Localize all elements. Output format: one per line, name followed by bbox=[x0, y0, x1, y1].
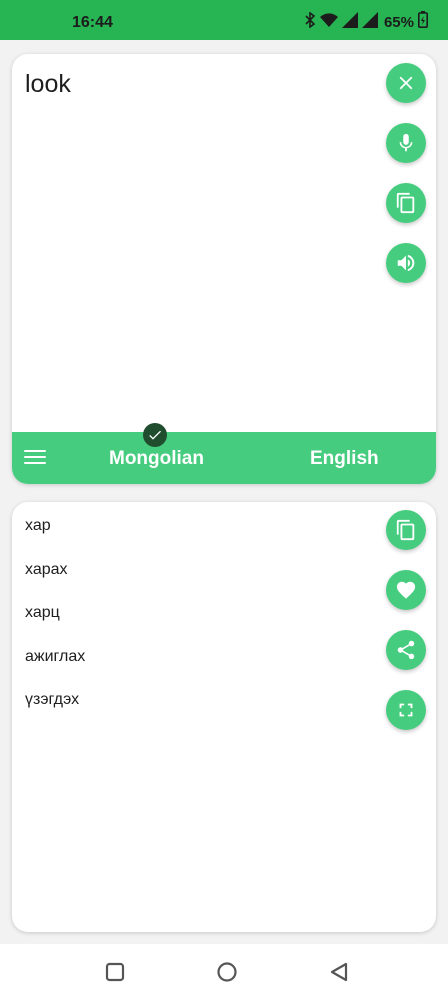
status-time: 16:44 bbox=[72, 14, 113, 31]
source-language[interactable]: Mongolian bbox=[109, 448, 204, 470]
recents-button[interactable] bbox=[103, 960, 127, 984]
fullscreen-icon bbox=[399, 703, 413, 717]
clear-button[interactable] bbox=[386, 63, 426, 103]
menu-icon-line bbox=[24, 455, 46, 458]
menu-button[interactable] bbox=[24, 446, 48, 470]
translation-results: хар харах харц ажиглах үзэгдэх bbox=[25, 516, 85, 734]
back-button[interactable] bbox=[327, 960, 351, 984]
result-item[interactable]: хар bbox=[25, 516, 85, 560]
copy-icon bbox=[396, 519, 415, 541]
copy-output-button[interactable] bbox=[386, 510, 426, 550]
heart-icon bbox=[396, 581, 416, 599]
menu-icon-line bbox=[24, 461, 46, 464]
output-card: хар харах харц ажиглах үзэгдэх bbox=[12, 502, 436, 932]
target-language[interactable]: English bbox=[310, 448, 379, 470]
microphone-button[interactable] bbox=[386, 123, 426, 163]
result-item[interactable]: ажиглах bbox=[25, 647, 85, 691]
bluetooth-icon bbox=[304, 10, 316, 33]
square-icon bbox=[105, 962, 125, 982]
selected-check-icon bbox=[143, 423, 167, 447]
copy-icon bbox=[396, 192, 415, 214]
fullscreen-button[interactable] bbox=[386, 690, 426, 730]
favorite-button[interactable] bbox=[386, 570, 426, 610]
result-item[interactable]: үзэгдэх bbox=[25, 690, 85, 734]
copy-input-button[interactable] bbox=[386, 183, 426, 223]
system-navigation-bar bbox=[0, 944, 448, 1000]
battery-icon bbox=[418, 11, 428, 33]
circle-icon bbox=[217, 962, 237, 982]
input-text[interactable]: look bbox=[25, 70, 71, 99]
share-icon bbox=[397, 640, 415, 660]
input-card: look Mongolian English bbox=[12, 54, 436, 484]
triangle-back-icon bbox=[330, 962, 348, 982]
microphone-icon bbox=[399, 133, 413, 152]
speak-button[interactable] bbox=[386, 243, 426, 283]
home-button[interactable] bbox=[215, 960, 239, 984]
menu-icon-line bbox=[24, 449, 46, 452]
status-bar: 16:44 65% bbox=[0, 0, 448, 40]
speaker-icon bbox=[397, 254, 415, 272]
battery-percentage: 65% bbox=[383, 13, 414, 31]
signal-icon bbox=[341, 11, 358, 33]
wifi-icon bbox=[319, 12, 338, 33]
status-icons: 65% bbox=[304, 10, 428, 33]
signal-icon-2 bbox=[361, 11, 378, 33]
share-button[interactable] bbox=[386, 630, 426, 670]
close-icon bbox=[399, 76, 413, 90]
result-item[interactable]: харах bbox=[25, 560, 85, 604]
language-bar: Mongolian English bbox=[12, 432, 436, 484]
result-item[interactable]: харц bbox=[25, 603, 85, 647]
